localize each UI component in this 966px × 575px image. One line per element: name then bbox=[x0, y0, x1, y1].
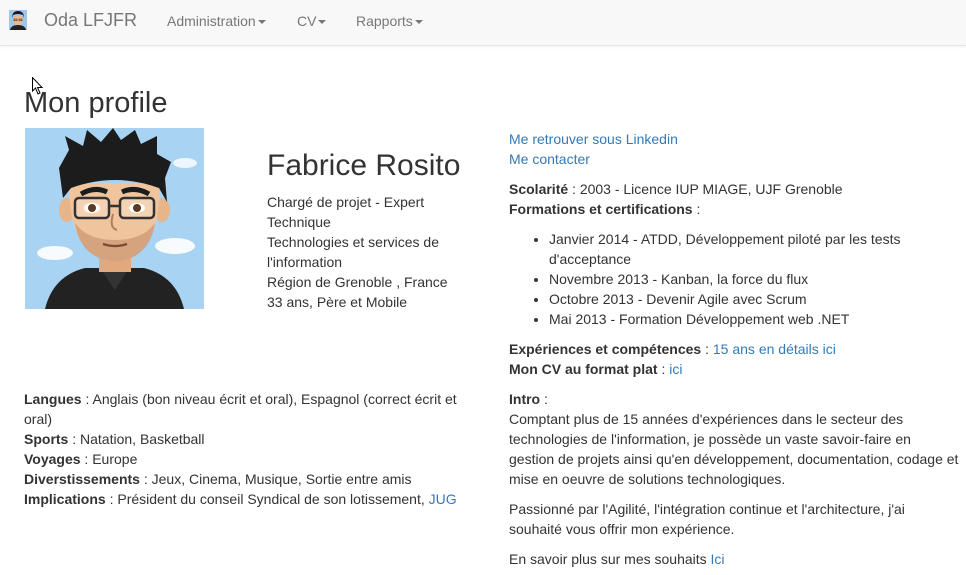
implications-label: Implications bbox=[24, 491, 106, 507]
sports-value: Natation, Basketball bbox=[80, 431, 205, 447]
voyages-row: Voyages : Europe bbox=[24, 451, 138, 467]
voyages-label: Voyages bbox=[24, 451, 81, 467]
implications-value: Président du conseil Syndical de son lot… bbox=[117, 491, 425, 507]
cv-label: Mon CV au format plat bbox=[509, 361, 658, 377]
bio-job-title: Chargé de projet - Expert Technique bbox=[267, 194, 425, 230]
implications-row: Implications : Président du conseil Synd… bbox=[24, 491, 457, 507]
divertissements-label: Diverstissements bbox=[24, 471, 140, 487]
divertissements-row: Diverstissements : Jeux, Cinema, Musique… bbox=[24, 471, 412, 487]
bio-sector: Technologies et services de l'informatio… bbox=[267, 234, 439, 270]
bio-location: Région de Grenoble , France bbox=[267, 274, 448, 290]
formation-item: Janvier 2014 - ATDD, Développement pilot… bbox=[549, 229, 959, 269]
intro-heading: Intro : bbox=[509, 391, 548, 407]
caret-down-icon bbox=[318, 20, 327, 25]
formation-item: Octobre 2013 - Devenir Agile avec Scrum bbox=[549, 289, 959, 309]
experience-label: Expériences et compétences bbox=[509, 341, 702, 357]
profile-name: Fabrice Rosito bbox=[267, 149, 461, 182]
nav-menu-label: Administration bbox=[167, 13, 256, 29]
page-title: Mon profile bbox=[24, 87, 168, 119]
wishes-text: En savoir plus sur mes souhaits bbox=[509, 551, 707, 567]
cv-row: Mon CV au format plat : ici bbox=[509, 361, 683, 377]
scolarite-label: Scolarité bbox=[509, 181, 569, 197]
wishes-row: En savoir plus sur mes souhaits Ici bbox=[509, 549, 959, 569]
wishes-link[interactable]: Ici bbox=[711, 551, 725, 567]
profile-avatar bbox=[25, 128, 204, 309]
nav-menu-cv[interactable]: CV bbox=[297, 12, 327, 30]
right-column: Me retrouver sous Linkedin Me contacter … bbox=[509, 129, 959, 569]
cv-plain-link[interactable]: ici bbox=[669, 361, 682, 377]
experience-row: Expériences et compétences : 15 ans en d… bbox=[509, 341, 836, 357]
contact-link[interactable]: Me contacter bbox=[509, 149, 959, 169]
formation-item: Mai 2013 - Formation Développement web .… bbox=[549, 309, 959, 329]
formations-list: Janvier 2014 - ATDD, Développement pilot… bbox=[549, 229, 959, 329]
profile-bio: Chargé de projet - Expert Technique Tech… bbox=[267, 192, 467, 312]
bio-age: 33 ans, Père et Mobile bbox=[267, 294, 408, 310]
voyages-value: Europe bbox=[92, 451, 138, 467]
formations-row: Formations et certifications : bbox=[509, 201, 701, 217]
sports-label: Sports bbox=[24, 431, 69, 447]
jug-link[interactable]: JUG bbox=[429, 491, 457, 507]
langues-label: Langues bbox=[24, 391, 82, 407]
intro-paragraph-1: Comptant plus de 15 années d'expériences… bbox=[509, 411, 959, 487]
experience-details-link[interactable]: 15 ans en détails ici bbox=[713, 341, 836, 357]
caret-down-icon bbox=[257, 20, 266, 25]
nav-menu-label: CV bbox=[297, 13, 317, 29]
nav-menu-administration[interactable]: Administration bbox=[167, 12, 266, 30]
sports-row: Sports : Natation, Basketball bbox=[24, 431, 205, 447]
langues-value: Anglais (bon niveau écrit et oral), Espa… bbox=[24, 391, 457, 427]
caret-down-icon bbox=[414, 20, 423, 25]
langues-row: Langues : Anglais (bon niveau écrit et o… bbox=[24, 391, 457, 427]
scolarite-value: 2003 - Licence IUP MIAGE, UJF Grenoble bbox=[579, 181, 843, 197]
navbar: Oda LFJFR Administration CV Rapports bbox=[0, 0, 966, 46]
divertissements-value: Jeux, Cinema, Musique, Sortie entre amis bbox=[151, 471, 412, 487]
brand-avatar-icon[interactable] bbox=[9, 10, 27, 30]
personal-info: Langues : Anglais (bon niveau écrit et o… bbox=[24, 389, 484, 509]
nav-menu-label: Rapports bbox=[356, 13, 413, 29]
contact-links: Me retrouver sous Linkedin Me contacter bbox=[509, 129, 959, 169]
scolarite-row: Scolarité : 2003 - Licence IUP MIAGE, UJ… bbox=[509, 181, 843, 197]
brand-name[interactable]: Oda LFJFR bbox=[44, 9, 137, 31]
intro-paragraph-2: Passionné par l'Agilité, l'intégration c… bbox=[509, 501, 905, 537]
linkedin-link[interactable]: Me retrouver sous Linkedin bbox=[509, 129, 959, 149]
formation-item: Novembre 2013 - Kanban, la force du flux bbox=[549, 269, 959, 289]
nav-menu-rapports[interactable]: Rapports bbox=[356, 12, 423, 30]
intro-label: Intro bbox=[509, 391, 541, 407]
formations-label: Formations et certifications bbox=[509, 201, 693, 217]
